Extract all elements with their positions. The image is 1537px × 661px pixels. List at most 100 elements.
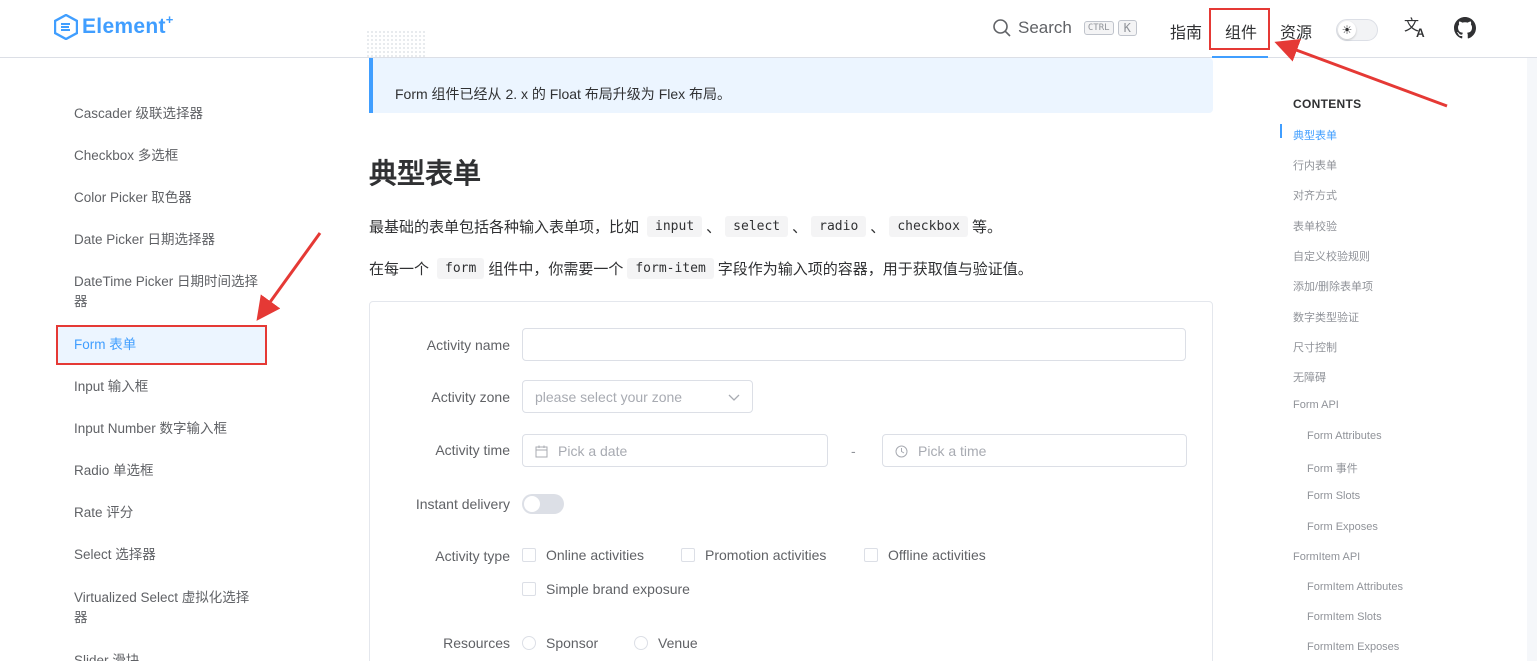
radio-sponsor[interactable]: Sponsor [522, 635, 598, 651]
toc-item-number-validate[interactable]: 数字类型验证 [1293, 309, 1359, 325]
radio-circle [634, 636, 648, 650]
annotation-box-nav [1209, 8, 1270, 50]
toc-item-formitem-api[interactable]: FormItem API [1293, 551, 1360, 563]
checkbox-box [864, 548, 878, 562]
intro-paragraph-1: 最基础的表单包括各种输入表单项，比如 input 、 select 、 radi… [369, 216, 1002, 237]
tip-text: Form 组件已经从 2. x 的 Float 布局升级为 Flex 布局。 [395, 86, 732, 102]
top-header: Element + Search CTRL K 指南 组件 资源 ☀ 文 A [0, 0, 1537, 58]
toc-item-inline-form[interactable]: 行内表单 [1293, 157, 1337, 173]
sidebar-item-datetime-picker[interactable]: DateTime Picker 日期时间选择器 [74, 272, 259, 312]
para1-suffix: 等。 [971, 219, 1002, 236]
sidebar-item-checkbox[interactable]: Checkbox 多选框 [74, 146, 259, 166]
checkbox-simple-brand-exposure[interactable]: Simple brand exposure [522, 581, 690, 597]
checkbox-online-activities[interactable]: Online activities [522, 547, 644, 563]
radio-circle [522, 636, 536, 650]
toc-item-formitem-attributes[interactable]: FormItem Attributes [1307, 581, 1403, 593]
checkbox-label: Simple brand exposure [546, 581, 690, 597]
activity-name-label: Activity name [426, 337, 510, 353]
toc-item-form-exposes[interactable]: Form Exposes [1307, 521, 1378, 533]
activity-time-label: Activity time [435, 442, 510, 458]
checkbox-promotion-activities[interactable]: Promotion activities [681, 547, 826, 563]
translate-icon[interactable]: 文 A [1404, 16, 1428, 38]
toc-item-form-slots[interactable]: Form Slots [1307, 490, 1360, 502]
sidebar-item-slider[interactable]: Slider 滑块 [74, 651, 259, 661]
time-placeholder: Pick a time [918, 443, 987, 459]
nav-guide[interactable]: 指南 [1170, 19, 1202, 43]
toc-item-formitem-slots[interactable]: FormItem Slots [1307, 611, 1382, 623]
time-picker-input[interactable]: Pick a time [882, 434, 1187, 467]
checkbox-label: Offline activities [888, 547, 986, 563]
code-radio: radio [811, 216, 867, 237]
checkbox-box [681, 548, 695, 562]
sidebar-item-rate[interactable]: Rate 评分 [74, 503, 259, 523]
sidebar-item-virtualized-select[interactable]: Virtualized Select 虚拟化选择器 [74, 588, 259, 628]
checkbox-label: Promotion activities [705, 547, 827, 563]
svg-text:A: A [1416, 26, 1425, 38]
code-form-item: form-item [627, 258, 714, 279]
toc-item-formitem-exposes[interactable]: FormItem Exposes [1307, 641, 1399, 653]
sep: 、 [870, 219, 886, 236]
toc-item-typical-form[interactable]: 典型表单 [1293, 127, 1337, 143]
toc-item-form-api[interactable]: Form API [1293, 399, 1339, 411]
checkbox-box [522, 548, 536, 562]
logo[interactable]: Element + [54, 12, 173, 40]
page-scrollbar[interactable] [1527, 58, 1537, 661]
sidebar-item-radio[interactable]: Radio 单选框 [74, 461, 259, 481]
nav-resource[interactable]: 资源 [1280, 19, 1312, 43]
sidebar-item-color-picker[interactable]: Color Picker 取色器 [74, 188, 259, 208]
search-icon [993, 19, 1011, 37]
para1-prefix: 最基础的表单包括各种输入表单项，比如 [369, 219, 640, 236]
element-logo-icon [54, 14, 78, 40]
resources-label: Resources [443, 635, 510, 651]
toc-item-custom-rules[interactable]: 自定义校验规则 [1293, 248, 1370, 264]
search-button[interactable]: Search CTRL K [992, 18, 1137, 38]
calendar-icon [535, 445, 548, 458]
radio-venue[interactable]: Venue [634, 635, 698, 651]
toc-item-size-control[interactable]: 尺寸控制 [1293, 339, 1337, 355]
kbd-k: K [1117, 20, 1137, 36]
toc-title: CONTENTS [1293, 97, 1362, 111]
logo-text: Element [82, 15, 166, 38]
sidebar-item-input[interactable]: Input 输入框 [74, 377, 259, 397]
toc-item-validation[interactable]: 表单校验 [1293, 218, 1337, 234]
toc-active-marker [1280, 124, 1282, 138]
toc-item-add-remove[interactable]: 添加/删除表单项 [1293, 278, 1373, 294]
zone-placeholder: please select your zone [535, 389, 683, 405]
instant-delivery-label: Instant delivery [415, 496, 510, 512]
search-label: Search [1018, 18, 1072, 37]
checkbox-label: Online activities [546, 547, 645, 563]
toc-item-form-attributes[interactable]: Form Attributes [1307, 430, 1382, 442]
activity-name-input[interactable] [522, 328, 1186, 361]
page-heading: 典型表单 [369, 158, 482, 189]
theme-toggle[interactable]: ☀ [1336, 19, 1378, 41]
toc-item-form-events[interactable]: Form 事件 [1307, 460, 1358, 476]
toc-item-alignment[interactable]: 对齐方式 [1293, 187, 1337, 203]
toc-item-accessibility[interactable]: 无障碍 [1293, 369, 1326, 385]
sep: 、 [792, 219, 808, 236]
kbd-ctrl: CTRL [1083, 21, 1114, 35]
clock-icon [895, 445, 908, 458]
instant-delivery-switch[interactable] [522, 494, 564, 514]
activity-type-label: Activity type [435, 548, 510, 564]
sidebar-item-select[interactable]: Select 选择器 [74, 545, 259, 565]
date-placeholder: Pick a date [558, 443, 628, 459]
sidebar-item-cascader[interactable]: Cascader 级联选择器 [74, 104, 259, 124]
demo-form-card: Activity name Activity zone please selec… [369, 301, 1213, 661]
intro-paragraph-2: 在每一个 form 组件中，你需要一个 form-item 字段作为输入项的容器… [369, 258, 1033, 279]
para2-a: 在每一个 [369, 261, 430, 278]
activity-zone-select[interactable]: please select your zone [522, 380, 753, 413]
radio-label: Sponsor [546, 635, 599, 651]
checkbox-offline-activities[interactable]: Offline activities [864, 547, 986, 563]
activity-zone-label: Activity zone [431, 389, 510, 405]
github-icon[interactable] [1454, 17, 1476, 39]
sidebar-item-date-picker[interactable]: Date Picker 日期选择器 [74, 230, 259, 250]
checkbox-box [522, 582, 536, 596]
sidebar-item-form[interactable]: Form 表单 [74, 335, 259, 355]
para2-c: 字段作为输入项的容器，用于获取值与验证值。 [717, 261, 1033, 278]
sun-icon: ☀ [1338, 21, 1356, 39]
para2-b: 组件中，你需要一个 [488, 261, 624, 278]
decorative-dots [366, 30, 426, 58]
sidebar-item-input-number[interactable]: Input Number 数字输入框 [74, 419, 259, 439]
switch-knob [524, 496, 540, 512]
date-picker-input[interactable]: Pick a date [522, 434, 828, 467]
